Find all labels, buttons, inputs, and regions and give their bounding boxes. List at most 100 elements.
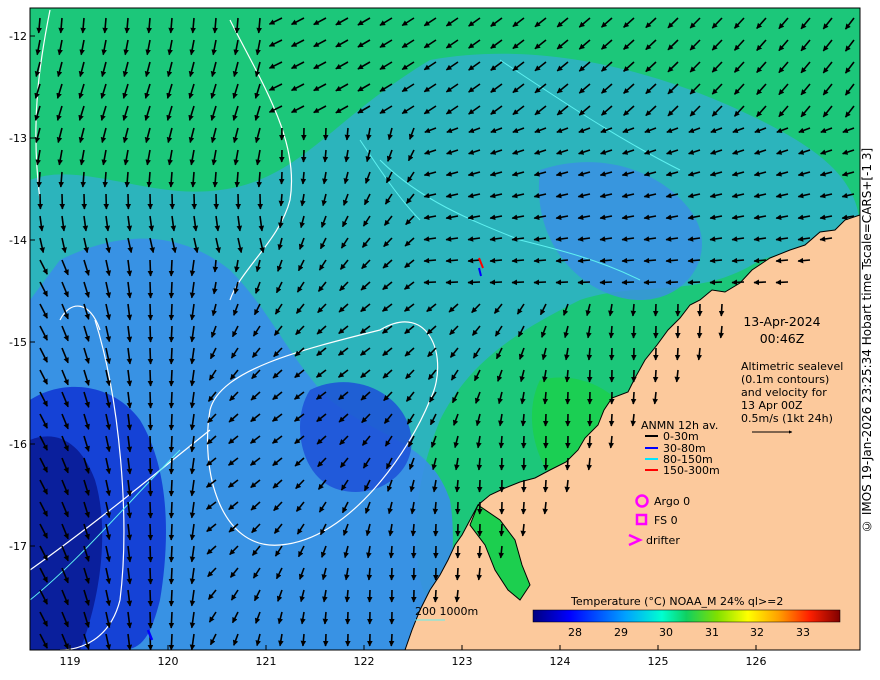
velocity-arrow xyxy=(388,567,395,581)
anmn-item: 150-300m xyxy=(663,464,720,477)
colorbar-tick: 33 xyxy=(796,626,810,639)
velocity-arrow xyxy=(147,523,154,541)
velocity-arrow xyxy=(366,567,373,581)
velocity-arrow xyxy=(432,589,439,603)
velocity-arrow xyxy=(489,279,503,286)
velocity-arrow xyxy=(278,193,285,207)
drifter-label: drifter xyxy=(646,534,680,547)
velocity-arrow xyxy=(454,479,461,493)
velocity-arrow xyxy=(533,279,547,286)
velocity-arrow xyxy=(608,347,615,361)
velocity-arrow xyxy=(432,501,439,515)
velocity-arrow xyxy=(147,457,154,475)
velocity-arrow xyxy=(168,479,175,497)
velocity-arrow xyxy=(410,523,417,537)
velocity-arrow xyxy=(608,325,615,339)
velocity-arrow xyxy=(168,281,175,299)
lon-label: 119 xyxy=(60,655,81,668)
velocity-arrow xyxy=(432,523,439,537)
map-date: 13-Apr-2024 xyxy=(743,314,820,329)
velocity-arrow xyxy=(586,347,593,361)
velocity-arrow xyxy=(599,279,613,286)
altimetry-line: and velocity for xyxy=(741,386,827,399)
velocity-arrow xyxy=(709,279,723,286)
velocity-arrow xyxy=(665,257,679,264)
velocity-arrow xyxy=(322,611,329,625)
velocity-arrow xyxy=(147,281,154,299)
velocity-arrow xyxy=(630,391,637,405)
velocity-arrow xyxy=(168,369,175,387)
velocity-arrow xyxy=(168,391,175,409)
colorbar-tick: 32 xyxy=(750,626,764,639)
velocity-arrow xyxy=(278,171,285,185)
velocity-arrow xyxy=(586,435,593,449)
velocity-arrow xyxy=(696,325,703,339)
velocity-arrow xyxy=(147,325,154,343)
velocity-arrow xyxy=(168,589,175,607)
colorbar xyxy=(532,609,841,623)
velocity-arrow xyxy=(621,279,635,286)
velocity-arrow xyxy=(322,633,329,647)
colorbar-tick: 31 xyxy=(705,626,719,639)
velocity-arrow xyxy=(147,369,154,387)
velocity-arrow xyxy=(577,279,591,286)
velocity-arrow xyxy=(388,633,395,647)
velocity-arrow xyxy=(300,149,307,163)
velocity-arrow xyxy=(608,413,615,427)
velocity-arrow xyxy=(168,457,175,475)
velocity-arrow xyxy=(476,545,483,559)
velocity-arrow xyxy=(564,391,571,405)
velocity-arrow xyxy=(542,413,549,427)
velocity-arrow xyxy=(511,257,525,264)
velocity-arrow xyxy=(366,589,373,603)
velocity-arrow xyxy=(775,279,789,286)
velocity-arrow xyxy=(454,501,461,515)
velocity-arrow xyxy=(599,257,613,264)
velocity-arrow xyxy=(168,611,175,629)
velocity-arrow xyxy=(168,567,175,585)
colorbar-tick: 30 xyxy=(659,626,673,639)
lon-label: 123 xyxy=(452,655,473,668)
velocity-arrow xyxy=(168,435,175,453)
velocity-arrow xyxy=(586,369,593,383)
velocity-arrow xyxy=(147,413,154,431)
velocity-arrow xyxy=(344,589,351,603)
velocity-arrow xyxy=(630,303,637,317)
velocity-arrow xyxy=(652,369,659,383)
velocity-arrow xyxy=(168,523,175,541)
velocity-arrow xyxy=(454,567,461,581)
velocity-arrow xyxy=(147,391,154,409)
velocity-arrow xyxy=(467,257,481,264)
velocity-arrow xyxy=(775,257,789,264)
altimetry-line: 13 Apr 00Z xyxy=(741,399,803,412)
velocity-arrow xyxy=(731,279,745,286)
velocity-arrow xyxy=(498,523,505,537)
velocity-arrow xyxy=(344,127,351,141)
velocity-arrow xyxy=(168,259,175,277)
velocity-arrow xyxy=(731,257,745,264)
velocity-arrow xyxy=(423,279,437,286)
velocity-arrow xyxy=(555,257,569,264)
velocity-arrow xyxy=(147,589,154,607)
lon-label: 122 xyxy=(354,655,375,668)
map-panel xyxy=(30,8,860,650)
fs-label: FS 0 xyxy=(654,514,678,527)
colorbar-tick: 28 xyxy=(568,626,582,639)
colorbar-title: Temperature (°C) NOAA_M 24% ql>=2 xyxy=(570,595,783,608)
altimetry-line: (0.1m contours) xyxy=(741,373,829,386)
velocity-arrow xyxy=(630,325,637,339)
colorbar-tick: 29 xyxy=(614,626,628,639)
velocity-arrow xyxy=(520,435,527,449)
velocity-arrow xyxy=(687,279,701,286)
velocity-arrow xyxy=(168,413,175,431)
lat-label: -16 xyxy=(9,438,27,451)
velocity-arrow xyxy=(476,479,483,493)
velocity-arrow xyxy=(520,501,527,515)
velocity-arrow xyxy=(489,257,503,264)
velocity-arrow xyxy=(511,279,525,286)
velocity-arrow xyxy=(753,257,767,264)
velocity-arrow xyxy=(147,545,154,563)
lat-labels: -12 -13 -14 -15 -16 -17 xyxy=(9,30,27,553)
velocity-arrow xyxy=(498,457,505,471)
lon-label: 125 xyxy=(648,655,669,668)
